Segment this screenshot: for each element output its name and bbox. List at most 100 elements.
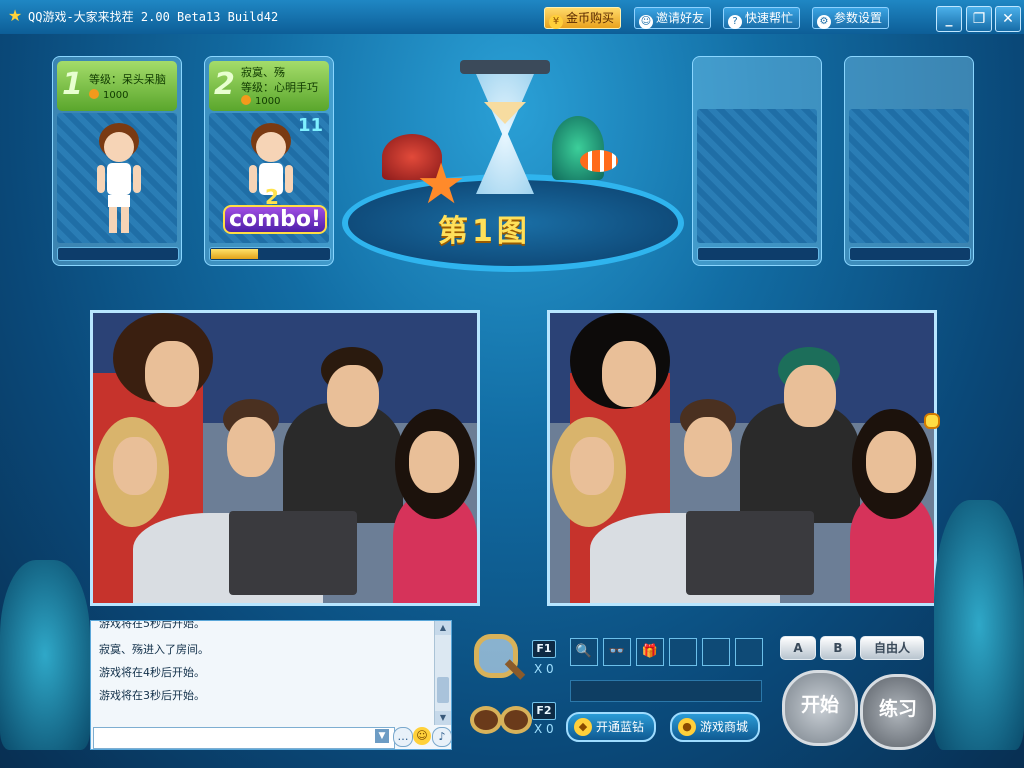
hourglass-sand [484, 102, 526, 124]
help-label: 快速帮忙 [745, 11, 794, 25]
close-button[interactable]: ✕ [995, 6, 1021, 32]
minimize-button[interactable]: _ [936, 6, 962, 32]
clownfish-icon [580, 150, 618, 172]
seaweed-left-decoration [0, 560, 90, 750]
face [409, 431, 459, 493]
game-mall-label: 游戏商城 [700, 720, 749, 734]
scroll-thumb[interactable] [437, 677, 449, 703]
player-level: 等级：呆头呆脑 [89, 73, 166, 86]
settings-button[interactable]: ⚙ 参数设置 [812, 7, 890, 29]
person-icon: ☺ [639, 15, 653, 29]
quick-help-button[interactable]: ? 快速帮忙 [723, 7, 801, 29]
item-slot-empty[interactable] [669, 638, 697, 666]
open-blue-diamond-button[interactable]: ◆ 开通蓝钻 [566, 712, 657, 742]
right-photo[interactable] [547, 310, 937, 606]
seat-number: 2 [214, 67, 235, 102]
chat-input[interactable] [93, 727, 395, 749]
coin-shop-label: 金币购买 [566, 11, 615, 25]
app-star-icon: ★ [7, 6, 23, 25]
face [113, 437, 157, 495]
player-header: 1 等级：呆头呆脑 1000 [57, 61, 177, 111]
start-button[interactable]: 开始 [782, 670, 858, 746]
coin-shop-button[interactable]: ¥ 金币购买 [544, 7, 622, 29]
empty-seat [849, 109, 969, 243]
status-bar [570, 680, 762, 702]
scroll-up-icon[interactable]: ▲ [435, 621, 451, 635]
laptop [686, 511, 814, 595]
player-coins: 1000 [89, 89, 128, 101]
chat-messages: 游戏将在5秒后开始。 寂寞、殇进入了房间。 游戏将在4秒后开始。 游戏将在3秒后… [91, 621, 433, 725]
f2-count: X 0 [534, 722, 554, 736]
diamond-icon: ◆ [574, 718, 592, 736]
hourglass-icon [476, 74, 534, 194]
sound-icon[interactable]: ♪ [432, 727, 452, 747]
coin-amount: 1000 [255, 96, 281, 107]
f2-key-label: F2 [532, 702, 556, 720]
coin-icon [89, 89, 99, 99]
chat-panel: 游戏将在5秒后开始。 寂寞、殇进入了房间。 游戏将在4秒后开始。 游戏将在3秒后… [90, 620, 452, 750]
progress-bar [697, 247, 819, 261]
title-bar: ★ QQ游戏-大家来找茬 2.00 Beta13 Build42 ¥ 金币购买 ☺… [0, 0, 1024, 34]
item-slot-empty[interactable] [735, 638, 763, 666]
speech-bubble-icon[interactable]: … [393, 727, 413, 747]
avatar-frame: 11 2 combo! [209, 113, 329, 243]
free-mode-button[interactable]: 自由人 [860, 636, 924, 660]
player-panel-1[interactable]: 1 等级：呆头呆脑 1000 [52, 56, 182, 266]
combo-progress-bar [209, 247, 331, 261]
avatar [97, 123, 141, 233]
item-slot-empty[interactable] [702, 638, 730, 666]
glasses-icon: 👓 [608, 644, 626, 659]
chat-message: 游戏将在4秒后开始。 [99, 666, 205, 679]
open-blue-diamond-label: 开通蓝钻 [596, 720, 645, 734]
team-b-button[interactable]: B [820, 636, 856, 660]
face [602, 341, 656, 407]
left-photo[interactable] [90, 310, 480, 606]
empty-seat [697, 109, 817, 243]
scroll-down-icon[interactable]: ▼ [435, 711, 451, 725]
gift-icon: 🎁 [641, 644, 659, 659]
chat-message: 寂寞、殇进入了房间。 [99, 643, 209, 656]
restore-button[interactable]: ❐ [966, 6, 992, 32]
team-a-button[interactable]: A [780, 636, 816, 660]
window-title: QQ游戏-大家来找茬 2.00 Beta13 Build42 [28, 10, 279, 24]
lens-right [500, 706, 532, 734]
magnifier-tool-icon[interactable] [474, 634, 526, 684]
sunglasses-tool-icon[interactable] [468, 702, 532, 734]
face [684, 417, 732, 477]
coin-icon: ¥ [549, 15, 563, 29]
player-panel-2[interactable]: 2 寂寞、殇 等级：心明手巧 1000 11 2 combo! [204, 56, 334, 266]
f1-key-label: F1 [532, 640, 556, 658]
face [866, 431, 916, 493]
progress-bar [849, 247, 971, 261]
practice-button[interactable]: 练习 [860, 674, 936, 750]
item-slot-glasses[interactable]: 👓 [603, 638, 631, 666]
seat-number: 1 [62, 67, 83, 102]
round-timer-emblem: ★ 第1图 [342, 60, 684, 272]
settings-label: 参数设置 [834, 11, 883, 25]
chat-message: 游戏将在5秒后开始。 [99, 621, 205, 630]
item-slot-magnifier[interactable]: 🔍 [570, 638, 598, 666]
timer-marker-icon [924, 413, 940, 429]
chat-dropdown-icon[interactable]: ▼ [375, 729, 389, 743]
combo-count: 11 [297, 115, 323, 136]
player-name: 寂寞、殇 [241, 66, 285, 79]
combo-label: combo! [223, 205, 327, 234]
lens-left [470, 706, 502, 734]
mall-coin-icon: ● [678, 718, 696, 736]
face [570, 437, 614, 495]
face [145, 341, 199, 407]
game-mall-button[interactable]: ● 游戏商城 [670, 712, 761, 742]
invite-friends-button[interactable]: ☺ 邀请好友 [634, 7, 712, 29]
player-header: 2 寂寞、殇 等级：心明手巧 1000 [209, 61, 329, 111]
seaweed-right-decoration [934, 500, 1024, 750]
coin-amount: 1000 [103, 90, 129, 101]
chat-scrollbar[interactable]: ▲ ▼ [434, 621, 451, 725]
f1-count: X 0 [534, 662, 554, 676]
player-panel-4-empty[interactable] [844, 56, 974, 266]
player-panel-3-empty[interactable] [692, 56, 822, 266]
coin-icon [241, 95, 251, 105]
combo-badge: 2 combo! [215, 185, 327, 234]
gear-icon: ⚙ [817, 15, 831, 29]
emoticon-icon[interactable]: ☺ [413, 727, 431, 745]
item-slot-gift[interactable]: 🎁 [636, 638, 664, 666]
